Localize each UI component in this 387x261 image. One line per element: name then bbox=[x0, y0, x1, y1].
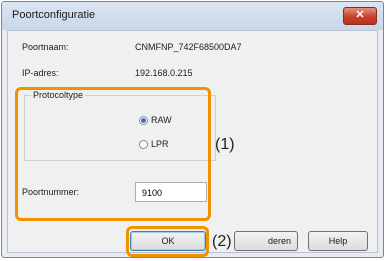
cancel-button[interactable]: deren bbox=[234, 231, 298, 251]
annotation-2: (2) bbox=[212, 233, 234, 251]
title-bar[interactable]: Poortconfiguratie ✕ bbox=[2, 2, 383, 30]
close-button[interactable]: ✕ bbox=[343, 7, 377, 25]
ip-address-value: 192.168.0.215 bbox=[135, 68, 193, 78]
annotation-1: (1) bbox=[215, 136, 235, 153]
window-title: Poortconfiguratie bbox=[12, 9, 96, 21]
port-name-label: Poortnaam: bbox=[22, 42, 69, 52]
help-button[interactable]: Help bbox=[308, 231, 368, 251]
highlight-box-2 bbox=[126, 226, 209, 257]
dialog-window: Poortconfiguratie ✕ Poortnaam: CNMFNP_74… bbox=[1, 1, 384, 258]
port-name-value: CNMFNP_742F68500DA7 bbox=[135, 42, 242, 52]
ip-address-label: IP-adres: bbox=[22, 68, 59, 78]
close-icon: ✕ bbox=[355, 9, 365, 21]
highlight-box-1 bbox=[15, 87, 211, 221]
